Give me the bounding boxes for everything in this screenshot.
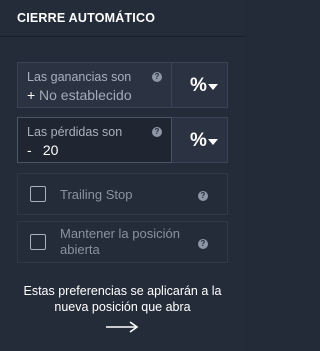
stop-loss-unit-dropdown[interactable]: % xyxy=(172,117,228,163)
keep-position-open-checkbox[interactable] xyxy=(30,234,46,250)
chevron-down-icon xyxy=(208,84,218,90)
take-profit-help-icon[interactable]: ? xyxy=(152,72,162,82)
stop-loss-field[interactable]: Las pérdidas son ? - 20 xyxy=(17,117,172,163)
take-profit-label: Las ganancias son xyxy=(27,70,132,84)
keep-position-open-option[interactable]: Mantener la posición abierta ? xyxy=(17,221,228,263)
trailing-stop-checkbox[interactable] xyxy=(30,186,46,202)
trailing-stop-label: Trailing Stop xyxy=(60,187,133,202)
take-profit-sign: + xyxy=(27,87,36,103)
stop-loss-label: Las pérdidas son xyxy=(27,125,123,139)
keep-position-open-label: Mantener la posición abierta xyxy=(60,226,180,257)
keep-position-open-help-icon[interactable]: ? xyxy=(198,239,208,249)
arrow-right-icon[interactable] xyxy=(105,320,139,334)
stop-loss-value[interactable]: - 20 xyxy=(27,142,58,158)
stop-loss-sign: - xyxy=(27,142,32,158)
panel-title: CIERRE AUTOMÁTICO xyxy=(17,11,156,25)
preferences-note: Estas preferencias se aplicarán a la nue… xyxy=(23,284,222,314)
take-profit-placeholder: No establecido xyxy=(39,87,132,103)
trailing-stop-help-icon[interactable]: ? xyxy=(198,191,208,201)
trailing-stop-option[interactable]: Trailing Stop ? xyxy=(17,173,228,215)
take-profit-value[interactable]: + No establecido xyxy=(27,87,132,103)
chevron-down-icon xyxy=(208,139,218,145)
take-profit-field[interactable]: Las ganancias son ? + No establecido xyxy=(17,62,172,108)
panel-header: CIERRE AUTOMÁTICO xyxy=(0,0,245,37)
take-profit-unit-dropdown[interactable]: % xyxy=(172,62,228,108)
take-profit-unit: % xyxy=(190,75,207,96)
auto-close-panel: CIERRE AUTOMÁTICO Las ganancias son ? + N… xyxy=(0,0,245,351)
stop-loss-amount: 20 xyxy=(42,142,59,158)
stop-loss-help-icon[interactable]: ? xyxy=(152,127,162,137)
stop-loss-unit: % xyxy=(190,130,207,151)
